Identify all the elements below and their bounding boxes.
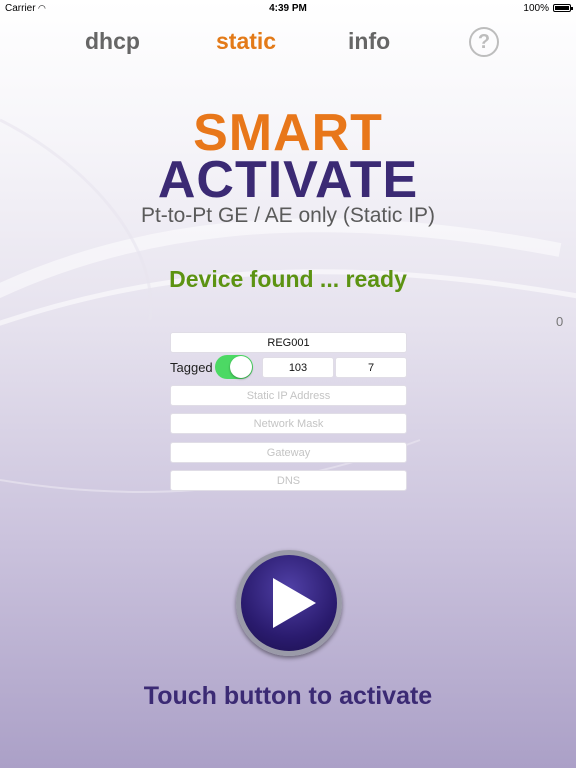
activate-button[interactable] — [236, 550, 342, 656]
play-icon — [273, 578, 316, 628]
battery-percentage: 100% — [523, 3, 549, 14]
activate-instruction: Touch button to activate — [143, 682, 433, 710]
tab-info[interactable]: info — [348, 28, 390, 55]
registration-field[interactable] — [170, 332, 407, 353]
vlan-id-field[interactable] — [262, 357, 334, 378]
tagged-label: Tagged — [170, 360, 213, 375]
question-mark-icon[interactable]: ? — [469, 27, 499, 57]
toggle-knob — [230, 356, 252, 378]
clock: 4:39 PM — [269, 3, 307, 14]
vlan-priority-field[interactable] — [335, 357, 407, 378]
logo-activate: ACTIVATE — [157, 151, 419, 209]
mode-subtitle: Pt-to-Pt GE / AE only (Static IP) — [140, 204, 436, 227]
gateway-field[interactable] — [170, 442, 407, 463]
tab-static[interactable]: static — [216, 28, 276, 55]
static-ip-field[interactable] — [170, 385, 407, 406]
tagged-toggle[interactable] — [215, 355, 253, 379]
battery-icon — [553, 4, 573, 12]
tab-dhcp[interactable]: dhcp — [85, 28, 140, 55]
network-mask-field[interactable] — [170, 413, 407, 434]
side-count: 0 — [556, 314, 564, 329]
status-bar: Carrier ◠ 4:39 PM 100% — [0, 0, 576, 18]
dns-field[interactable] — [170, 470, 407, 491]
device-status: Device found ... ready — [169, 266, 407, 292]
